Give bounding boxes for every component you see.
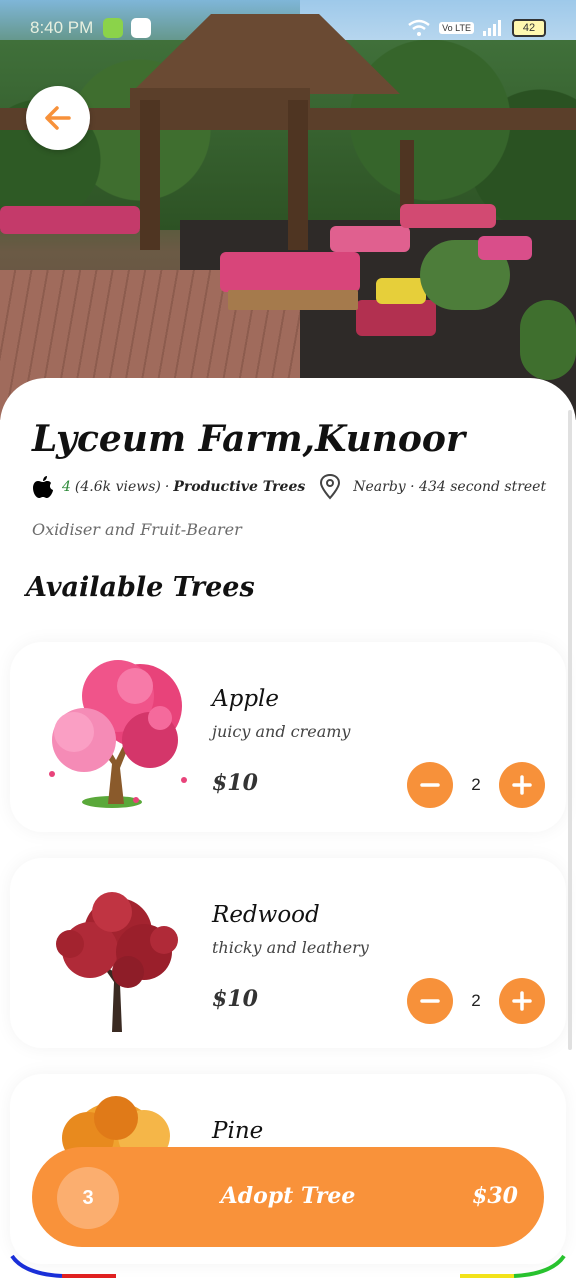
tree-card-redwood[interactable]: Redwood thicky and leathery $10 2: [10, 858, 566, 1048]
flower-bed: [220, 252, 360, 292]
wifi-icon: [408, 19, 430, 36]
tree-name: Redwood: [212, 902, 320, 928]
flower-bed: [356, 300, 436, 336]
separator-dot: ·: [164, 479, 170, 495]
farm-meta: 4 (4.6k views) · Productive Trees Nearby…: [32, 474, 546, 500]
status-bar: 8:40 PM Vo LTE 42: [0, 0, 576, 56]
minus-icon: [420, 783, 440, 787]
farm-location: Nearby · 434 second street: [353, 479, 547, 495]
apple-icon: [33, 476, 53, 498]
battery-icon: 42: [512, 19, 546, 37]
screen: 8:40 PM Vo LTE 42 Lyceum Farm,Kunoor 4 (…: [0, 0, 576, 1280]
farm-tags: Oxidiser and Fruit-Bearer: [32, 520, 242, 539]
farm-title: Lyceum Farm,Kunoor: [32, 418, 465, 460]
shrub: [520, 300, 576, 380]
decrease-button[interactable]: [407, 978, 453, 1024]
wooden-table: [228, 290, 358, 310]
adopt-tree-label: Adopt Tree: [220, 1183, 356, 1209]
hero-image: 8:40 PM Vo LTE 42: [0, 0, 576, 420]
flower-bed: [478, 236, 532, 260]
tree-name: Pine: [212, 1118, 264, 1144]
arrow-left-icon: [45, 106, 71, 130]
app-notification-icon: [131, 18, 152, 38]
farm-category: Productive Trees: [173, 479, 306, 495]
status-time: 8:40 PM: [30, 18, 94, 37]
signal-icon: [483, 20, 501, 36]
scrollbar[interactable]: [568, 410, 572, 1050]
section-title-available-trees: Available Trees: [26, 572, 255, 603]
increase-button[interactable]: [499, 762, 545, 808]
location-pin-icon: [320, 474, 341, 500]
quantity-stepper: 2: [407, 978, 545, 1024]
tree-card-apple[interactable]: Apple juicy and creamy $10 2: [10, 642, 566, 832]
app-notification-icon: [103, 18, 124, 38]
tree-price: $10: [212, 770, 258, 796]
quantity-value: 2: [471, 991, 481, 1010]
decrease-button[interactable]: [407, 762, 453, 808]
lte-badge: Vo LTE: [439, 22, 474, 34]
tree-description: thicky and leathery: [212, 938, 369, 957]
hero-post-right: [288, 100, 308, 250]
apple-tree-image: [49, 660, 187, 808]
back-button[interactable]: [26, 86, 90, 150]
plus-icon: [512, 775, 532, 795]
screen-edge-decoration: [10, 1254, 566, 1278]
flower-bed: [400, 204, 496, 228]
hero-post-left: [140, 100, 160, 250]
adopt-tree-button[interactable]: 3 Adopt Tree $30: [32, 1147, 544, 1247]
cart-total: $30: [472, 1183, 518, 1209]
flower-bed: [330, 226, 410, 252]
status-icons: Vo LTE 42: [407, 19, 546, 37]
redwood-tree-image: [56, 892, 178, 1032]
tree-name: Apple: [212, 686, 280, 712]
tree-price: $10: [212, 986, 258, 1012]
tree-description: juicy and creamy: [212, 722, 351, 741]
flower-bed: [376, 278, 426, 304]
flower-bed: [0, 206, 140, 234]
plus-icon: [512, 991, 532, 1011]
quantity-value: 2: [471, 775, 481, 794]
minus-icon: [420, 999, 440, 1003]
increase-button[interactable]: [499, 978, 545, 1024]
views-count: (4.6k views): [74, 479, 161, 495]
rating-value: 4: [62, 479, 71, 495]
quantity-stepper: 2: [407, 762, 545, 808]
